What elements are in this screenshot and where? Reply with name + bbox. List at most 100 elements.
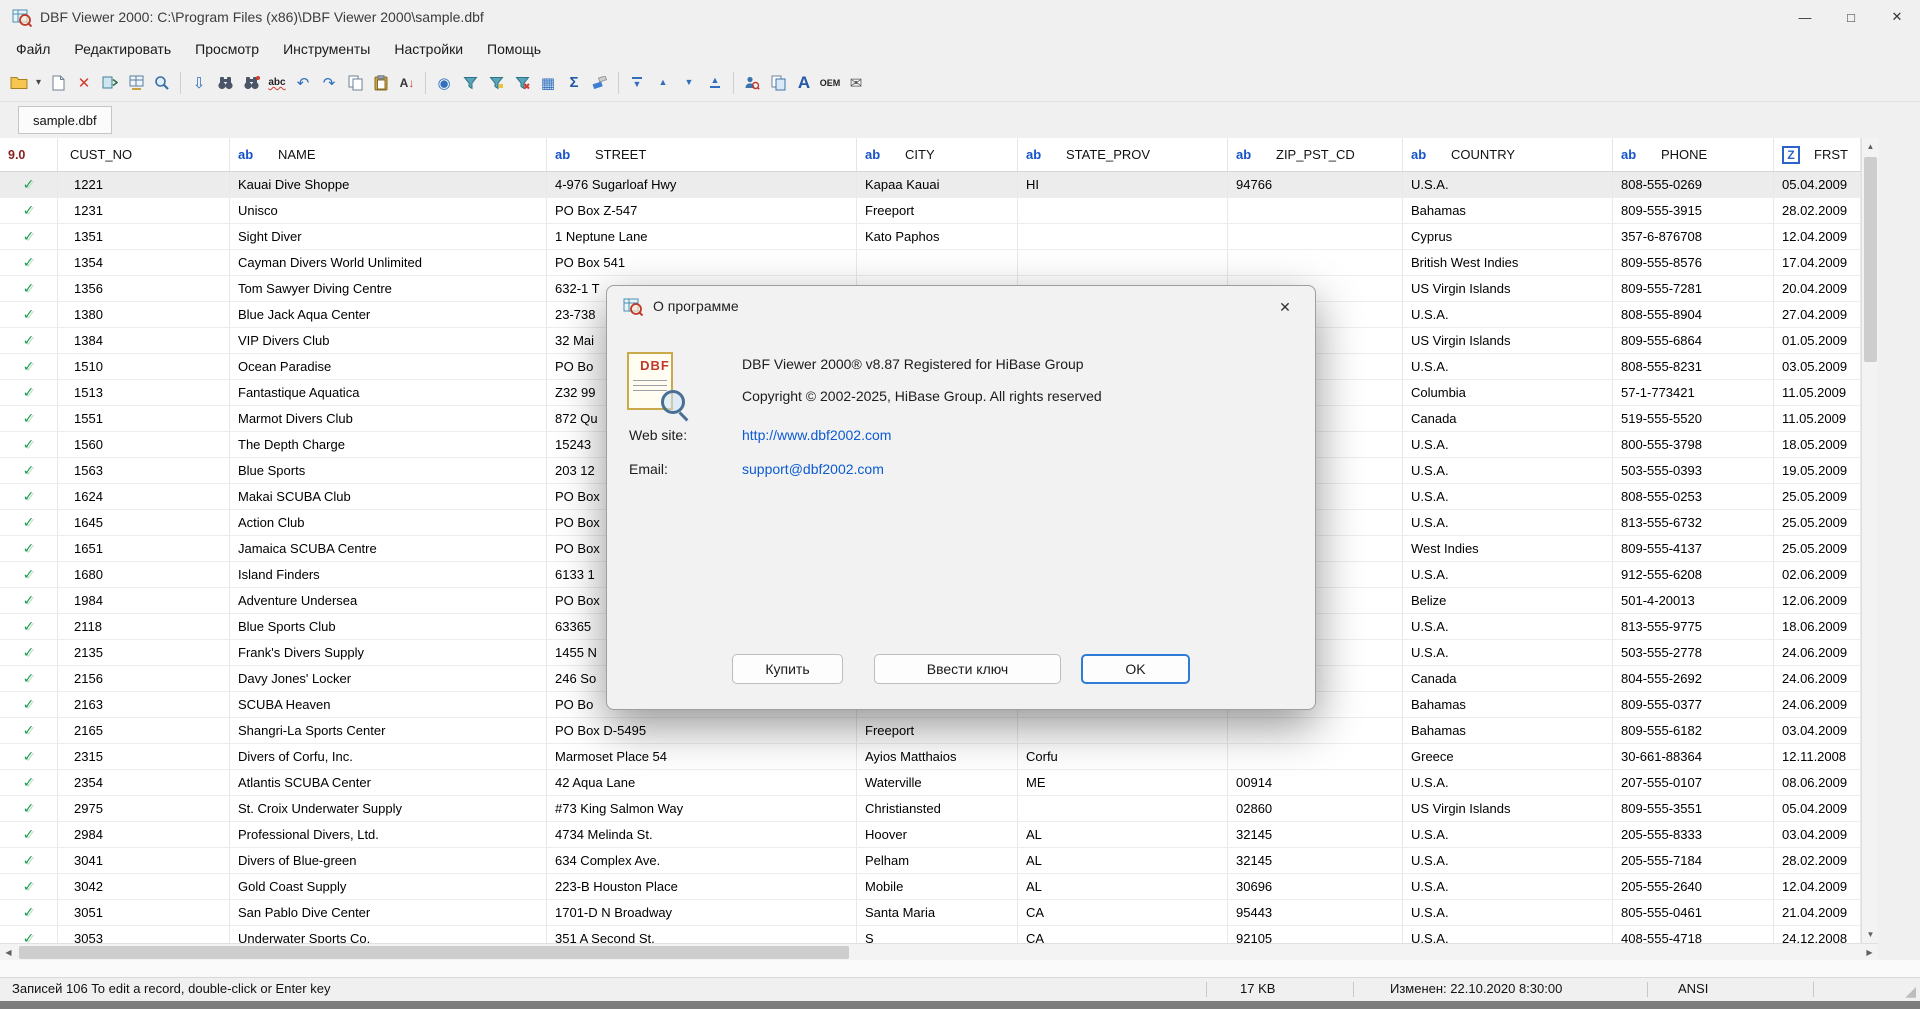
cell-name[interactable]: Divers of Corfu, Inc. — [230, 744, 547, 769]
paste-button[interactable] — [368, 70, 394, 96]
table-row[interactable]: ✓1351Sight Diver1 Neptune LaneKato Papho… — [0, 224, 1861, 250]
cell-name[interactable]: Blue Sports Club — [230, 614, 547, 639]
cell-frst[interactable]: 20.04.2009 — [1774, 276, 1861, 301]
cell-zip_pst_cd[interactable] — [1228, 198, 1403, 223]
cell-street[interactable]: 1701-D N Broadway — [547, 900, 857, 925]
cell-name[interactable]: Jamaica SCUBA Centre — [230, 536, 547, 561]
cell-phone[interactable]: 808-555-8231 — [1613, 354, 1774, 379]
maximize-button[interactable]: □ — [1828, 0, 1874, 34]
cell-cust_no[interactable]: 1356 — [58, 276, 230, 301]
column-header-status[interactable]: 9.0 — [0, 138, 58, 171]
new-file-button[interactable] — [45, 70, 71, 96]
email-link[interactable]: support@dbf2002.com — [742, 461, 884, 477]
cell-name[interactable]: San Pablo Dive Center — [230, 900, 547, 925]
cell-name[interactable]: Davy Jones' Locker — [230, 666, 547, 691]
cell-country[interactable]: British West Indies — [1403, 250, 1613, 275]
cell-country[interactable]: U.S.A. — [1403, 458, 1613, 483]
cell-city[interactable]: Kato Paphos — [857, 224, 1018, 249]
cell-name[interactable]: Marmot Divers Club — [230, 406, 547, 431]
pack-table-button[interactable] — [97, 70, 123, 96]
scroll-up-icon[interactable]: ▲ — [1862, 138, 1879, 155]
cell-street[interactable]: PO Box D-5495 — [547, 718, 857, 743]
cell-phone[interactable]: 808-555-0253 — [1613, 484, 1774, 509]
cell-frst[interactable]: 24.06.2009 — [1774, 692, 1861, 717]
cell-phone[interactable]: 809-555-0377 — [1613, 692, 1774, 717]
cell-phone[interactable]: 205-555-7184 — [1613, 848, 1774, 873]
web-site-link[interactable]: http://www.dbf2002.com — [742, 427, 891, 443]
table-row[interactable]: ✓2984Professional Divers, Ltd.4734 Melin… — [0, 822, 1861, 848]
stat-min-button[interactable]: ▼ — [676, 70, 702, 96]
cell-frst[interactable]: 24.06.2009 — [1774, 666, 1861, 691]
cell-name[interactable]: Gold Coast Supply — [230, 874, 547, 899]
send-mail-button[interactable]: ✉ — [843, 70, 869, 96]
cell-cust_no[interactable]: 1560 — [58, 432, 230, 457]
cell-cust_no[interactable]: 2975 — [58, 796, 230, 821]
cell-city[interactable]: Hoover — [857, 822, 1018, 847]
cell-frst[interactable]: 24.06.2009 — [1774, 640, 1861, 665]
cell-zip_pst_cd[interactable]: 32145 — [1228, 848, 1403, 873]
cell-phone[interactable]: 800-555-3798 — [1613, 432, 1774, 457]
cell-name[interactable]: Blue Jack Aqua Center — [230, 302, 547, 327]
cell-cust_no[interactable]: 1624 — [58, 484, 230, 509]
cell-phone[interactable]: 205-555-2640 — [1613, 874, 1774, 899]
cell-name[interactable]: SCUBA Heaven — [230, 692, 547, 717]
cell-state_prov[interactable] — [1018, 250, 1228, 275]
edit-structure-button[interactable] — [123, 70, 149, 96]
cell-zip_pst_cd[interactable]: 00914 — [1228, 770, 1403, 795]
column-header-city[interactable]: abCITY — [857, 138, 1018, 171]
cell-cust_no[interactable]: 1651 — [58, 536, 230, 561]
column-header-phone[interactable]: abPHONE — [1613, 138, 1774, 171]
cell-zip_pst_cd[interactable] — [1228, 718, 1403, 743]
find-replace-button[interactable] — [238, 70, 264, 96]
cell-phone[interactable]: 809-555-8576 — [1613, 250, 1774, 275]
cell-city[interactable]: Waterville — [857, 770, 1018, 795]
cell-cust_no[interactable]: 1380 — [58, 302, 230, 327]
cell-zip_pst_cd[interactable]: 02860 — [1228, 796, 1403, 821]
cell-country[interactable]: Belize — [1403, 588, 1613, 613]
cell-street[interactable]: PO Box 541 — [547, 250, 857, 275]
scroll-left-icon[interactable]: ◀ — [0, 944, 17, 961]
cell-frst[interactable]: 11.05.2009 — [1774, 380, 1861, 405]
spell-check-button[interactable]: abc — [264, 70, 290, 96]
cell-country[interactable]: West Indies — [1403, 536, 1613, 561]
cell-frst[interactable]: 12.04.2009 — [1774, 874, 1861, 899]
cell-zip_pst_cd[interactable]: 95443 — [1228, 900, 1403, 925]
cell-state_prov[interactable]: AL — [1018, 874, 1228, 899]
cell-phone[interactable]: 805-555-0461 — [1613, 900, 1774, 925]
table-row[interactable]: ✓1354Cayman Divers World UnlimitedPO Box… — [0, 250, 1861, 276]
cell-cust_no[interactable]: 2984 — [58, 822, 230, 847]
cell-phone[interactable]: 808-555-0269 — [1613, 172, 1774, 197]
undo-button[interactable]: ↶ — [290, 70, 316, 96]
cell-country[interactable]: Canada — [1403, 406, 1613, 431]
filter-remove-button[interactable] — [509, 70, 535, 96]
cell-phone[interactable]: 813-555-6732 — [1613, 510, 1774, 535]
cell-city[interactable]: Pelham — [857, 848, 1018, 873]
cell-cust_no[interactable]: 2163 — [58, 692, 230, 717]
cell-city[interactable] — [857, 250, 1018, 275]
dialog-close-button[interactable]: ✕ — [1267, 294, 1303, 320]
cell-city[interactable]: Santa Maria — [857, 900, 1018, 925]
sort-button[interactable]: A↓ — [394, 70, 420, 96]
cell-cust_no[interactable]: 1551 — [58, 406, 230, 431]
cell-cust_no[interactable]: 1221 — [58, 172, 230, 197]
cell-street[interactable]: PO Box Z-547 — [547, 198, 857, 223]
cell-frst[interactable]: 19.05.2009 — [1774, 458, 1861, 483]
cell-state_prov[interactable] — [1018, 796, 1228, 821]
cell-country[interactable]: U.S.A. — [1403, 510, 1613, 535]
cell-name[interactable]: Action Club — [230, 510, 547, 535]
cell-frst[interactable]: 12.11.2008 — [1774, 744, 1861, 769]
cell-name[interactable]: Island Finders — [230, 562, 547, 587]
cell-phone[interactable]: 809-555-6182 — [1613, 718, 1774, 743]
table-view-button[interactable]: ▦ — [535, 70, 561, 96]
cell-state_prov[interactable]: AL — [1018, 848, 1228, 873]
cell-frst[interactable]: 25.05.2009 — [1774, 510, 1861, 535]
vertical-scroll-thumb[interactable] — [1864, 157, 1877, 362]
table-row[interactable]: ✓3042Gold Coast Supply223-B Houston Plac… — [0, 874, 1861, 900]
minimize-button[interactable]: — — [1782, 0, 1828, 34]
enter-key-button[interactable]: Ввести ключ — [874, 654, 1061, 684]
cell-country[interactable]: Greece — [1403, 744, 1613, 769]
cell-country[interactable]: U.S.A. — [1403, 484, 1613, 509]
cell-name[interactable]: Adventure Undersea — [230, 588, 547, 613]
cell-country[interactable]: Bahamas — [1403, 692, 1613, 717]
cell-street[interactable]: Marmoset Place 54 — [547, 744, 857, 769]
